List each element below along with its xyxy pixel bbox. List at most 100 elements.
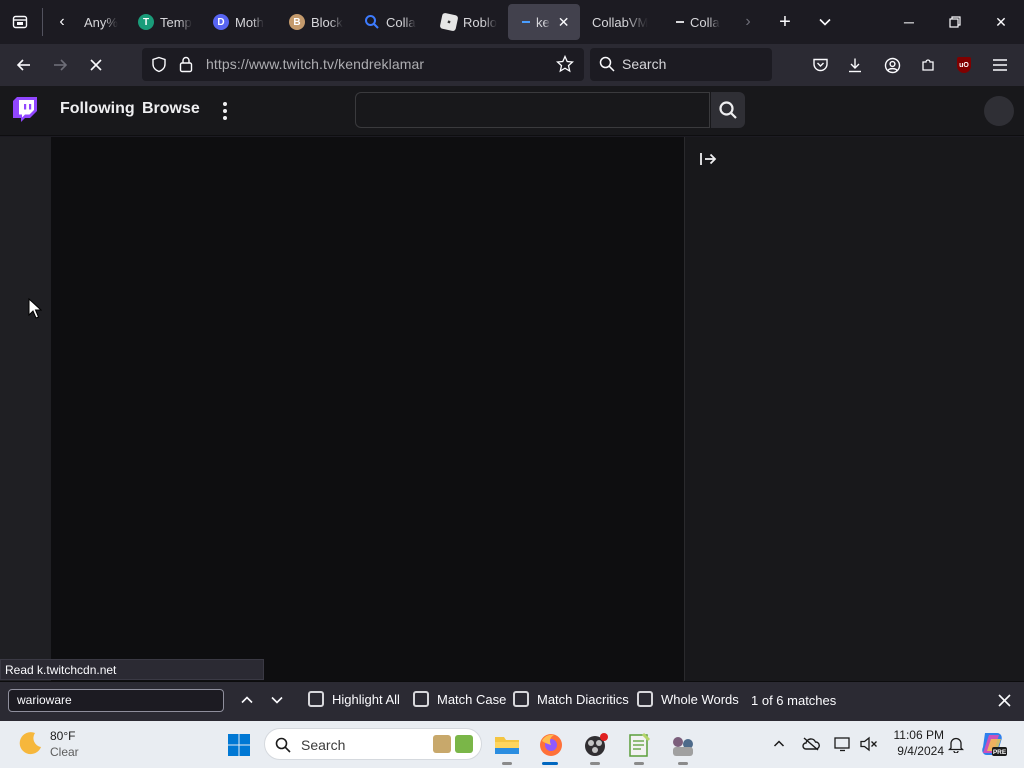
clock[interactable]: 11:06 PM 9/4/2024 (886, 727, 944, 763)
new-tab-button[interactable]: + (771, 8, 799, 36)
find-input[interactable]: warioware (8, 689, 224, 712)
tab-title: Any% (84, 14, 118, 30)
tab-colla[interactable]: Colla (356, 4, 428, 40)
checkbox-box[interactable] (513, 691, 529, 707)
downloads-button[interactable] (840, 50, 870, 80)
checkbox-box[interactable] (637, 691, 653, 707)
taskbar-search[interactable]: Search (264, 728, 482, 760)
search-icon (719, 101, 737, 119)
close-tab-icon[interactable]: ✕ (558, 14, 570, 31)
checkbox-box[interactable] (308, 691, 324, 707)
tab-title: Block (311, 14, 343, 30)
bookmark-star-icon[interactable] (556, 55, 574, 73)
notepad-icon (629, 732, 651, 757)
tab-temp[interactable]: T Temp (130, 4, 200, 40)
tab-collabvm[interactable]: CollabVM (584, 4, 658, 40)
firefox-view-button[interactable] (6, 8, 34, 36)
back-button[interactable] (9, 50, 39, 80)
whole-words-checkbox[interactable]: Whole Words (637, 691, 739, 707)
search-highlight-icon (455, 735, 473, 753)
hamburger-menu-icon (993, 59, 1007, 71)
collapse-chat-button[interactable] (699, 151, 717, 172)
url-bar[interactable]: https://www.twitch.tv/kendreklamar (142, 48, 584, 81)
show-hidden-icons-button[interactable] (768, 733, 790, 755)
onedrive-tray-button[interactable] (800, 733, 822, 755)
search-bar[interactable]: Search (590, 48, 772, 81)
chevron-right-icon: › (745, 13, 751, 30)
app-menu-button[interactable] (985, 50, 1015, 80)
cloud-off-icon (802, 737, 820, 751)
arrow-right-icon (54, 59, 68, 71)
lock-icon[interactable] (179, 55, 193, 73)
scroll-tabs-left-button[interactable]: ‹ (48, 8, 76, 36)
copilot-button[interactable]: PRE (977, 729, 1007, 759)
running-indicator (502, 762, 512, 765)
restore-button[interactable] (932, 0, 978, 44)
folder-icon (495, 737, 519, 754)
ublock-button[interactable]: uO (949, 50, 979, 80)
mouse-cursor-icon (28, 298, 42, 319)
firefox-view-icon (12, 15, 28, 29)
match-diacritics-checkbox[interactable]: Match Diacritics (513, 691, 629, 707)
checkbox-label: Match Diacritics (537, 691, 629, 707)
search-favicon-icon (365, 15, 379, 29)
match-case-checkbox[interactable]: Match Case (413, 691, 506, 707)
find-next-button[interactable] (267, 690, 287, 710)
firefox-button[interactable] (536, 730, 566, 760)
close-find-bar-button[interactable] (994, 690, 1014, 710)
chevron-down-icon (819, 18, 831, 26)
scroll-tabs-right-button[interactable]: › (734, 8, 762, 36)
running-indicator (634, 762, 644, 765)
tab-any[interactable]: Any% (76, 4, 132, 40)
screen: ‹ Any% T Temp D Moth B Block Colla ▪ Rob… (0, 0, 1024, 768)
svg-text:PRE: PRE (993, 749, 1007, 756)
dot-icon (223, 116, 227, 120)
app-button[interactable] (668, 730, 698, 760)
network-tray-button[interactable] (832, 733, 854, 755)
weather-widget[interactable] (16, 729, 44, 762)
notifications-button[interactable] (945, 733, 967, 755)
following-link[interactable]: Following (60, 100, 135, 118)
twitch-logo[interactable] (12, 96, 38, 129)
tab-favicon-icon: B (289, 14, 305, 30)
volume-tray-button[interactable] (858, 733, 880, 755)
tab-title: ke (536, 14, 550, 30)
notepad-plus-button[interactable] (624, 730, 654, 760)
shield-icon[interactable] (151, 56, 167, 73)
plus-icon: + (779, 10, 791, 33)
restore-icon (949, 16, 961, 28)
checkbox-label: Whole Words (661, 691, 739, 707)
twitch-search-input[interactable] (355, 92, 710, 128)
clock-date: 9/4/2024 (897, 744, 944, 758)
twitch-search-button[interactable] (711, 92, 745, 128)
obs-button[interactable] (580, 730, 610, 760)
stop-button[interactable] (81, 50, 111, 80)
search-highlight-icon (433, 735, 451, 753)
extensions-button[interactable] (913, 50, 943, 80)
start-button[interactable] (224, 730, 254, 760)
find-previous-button[interactable] (237, 690, 257, 710)
file-explorer-button[interactable] (492, 730, 522, 760)
minimize-button[interactable]: ─ (886, 0, 932, 44)
checkbox-box[interactable] (413, 691, 429, 707)
tab-colla-2[interactable]: Colla (668, 4, 734, 40)
tab-roblox[interactable]: ▪ Roblo (433, 4, 505, 40)
browse-link[interactable]: Browse (142, 100, 200, 118)
more-menu-button[interactable] (218, 100, 232, 122)
tab-twitch-active[interactable]: ke ✕ (508, 4, 580, 40)
highlight-all-checkbox[interactable]: Highlight All (308, 691, 400, 707)
taskbar-search-label: Search (301, 737, 346, 753)
tab-strip: ‹ Any% T Temp D Moth B Block Colla ▪ Rob… (0, 0, 1024, 44)
list-all-tabs-button[interactable] (811, 8, 839, 36)
status-tooltip: Read k.twitchcdn.net (0, 659, 264, 680)
tab-moth[interactable]: D Moth (205, 4, 275, 40)
pocket-button[interactable] (805, 50, 835, 80)
chat-pane (684, 137, 1024, 683)
user-avatar[interactable] (984, 96, 1014, 126)
monitor-network-icon (834, 737, 850, 752)
tab-block[interactable]: B Block (281, 4, 353, 40)
tab-title: Temp (160, 14, 192, 30)
forward-button[interactable] (45, 50, 75, 80)
account-button[interactable] (877, 50, 907, 80)
close-window-button[interactable]: ✕ (978, 0, 1024, 44)
